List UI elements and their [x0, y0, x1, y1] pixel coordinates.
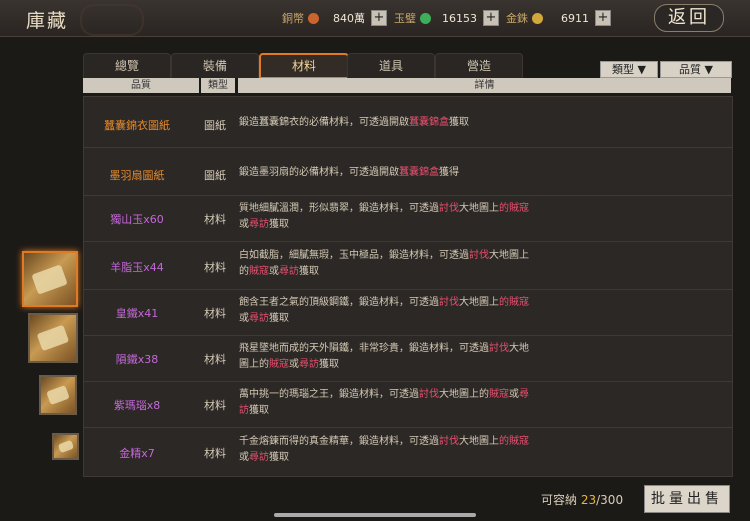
table-row[interactable]: 皇鐵x41 材料 飽含王者之氣的頂級鋼鐵，鍛造材料，可透過討伐大地圖上的賊寇或尋…	[84, 289, 732, 336]
table-row[interactable]: 羊脂玉x44 材料 白如截脂，細膩無瑕，玉中極品，鍛造材料，可透過討伐大地圖上的…	[84, 241, 732, 290]
item-type: 圖紙	[204, 119, 226, 132]
item-name: 蠶囊錦衣圖紙	[104, 119, 170, 132]
item-name: 皇鐵x41	[115, 307, 159, 320]
currency-value: 16153	[442, 11, 477, 25]
back-button[interactable]: 返回	[654, 4, 724, 32]
tab-overview[interactable]: 總覽	[83, 53, 171, 78]
currency-value: 6911	[561, 11, 589, 25]
type-filter-dropdown[interactable]: 類型 ▼	[600, 61, 658, 78]
page-title: 庫藏	[26, 10, 69, 32]
add-jade-button[interactable]: +	[483, 10, 499, 26]
gold-coin-icon	[532, 12, 543, 24]
currency-label: 銅幣	[282, 12, 304, 25]
item-type: 材料	[204, 261, 226, 274]
item-name: 獨山玉x60	[110, 213, 164, 226]
item-name: 隕鐵x38	[115, 353, 159, 366]
currency-label: 玉璧	[394, 12, 416, 25]
currency-value: 840萬	[333, 12, 365, 25]
item-name: 墨羽扇圖紙	[109, 169, 165, 182]
column-header-detail: 詳情	[238, 78, 731, 93]
item-type: 材料	[204, 399, 226, 412]
currency-label: 金銖	[506, 12, 528, 25]
table-row[interactable]: 金精x7 材料 千金熔鍊而得的真金精華，鍛造材料，可透過討伐大地圖上的賊寇或尋訪…	[84, 427, 732, 475]
scroll-icon	[36, 324, 70, 352]
item-type: 材料	[204, 213, 226, 226]
item-name: 金精x7	[119, 447, 155, 460]
table-row[interactable]: 隕鐵x38 材料 飛星墜地而成的天外隕鐵，非常珍貴，鍛造材料，可透過討伐大地圖上…	[84, 335, 732, 382]
add-copper-button[interactable]: +	[371, 10, 387, 26]
currency-jade: 玉璧 16153 +	[394, 9, 499, 27]
inventory-list: 蠶囊錦衣圖紙 圖紙 鍛造蠶囊錦衣的必備材料，可透過開啟蠶囊錦盒獲取 墨羽扇圖紙 …	[83, 96, 733, 477]
item-description: 飽含王者之氣的頂級鋼鐵，鍛造材料，可透過討伐大地圖上的賊寇或尋訪獲取	[239, 297, 529, 324]
capacity-total: /300	[596, 493, 624, 507]
add-gold-button[interactable]: +	[595, 10, 611, 26]
item-type: 圖紙	[204, 169, 226, 182]
tab-materials[interactable]: 材料	[259, 53, 349, 79]
scroll-icon	[31, 263, 69, 295]
item-type: 材料	[204, 307, 226, 320]
item-type: 材料	[204, 447, 226, 460]
currency-gold: 金銖 6911 +	[506, 9, 611, 27]
item-description: 萬中挑一的瑪瑙之王，鍛造材料，可透過討伐大地圖上的賊寇或尋訪獲取	[239, 389, 529, 416]
table-row[interactable]: 蠶囊錦衣圖紙 圖紙 鍛造蠶囊錦衣的必備材料，可透過開啟蠶囊錦盒獲取	[84, 97, 732, 148]
item-thumbnail[interactable]	[52, 433, 79, 460]
item-description: 白如截脂，細膩無瑕，玉中極品，鍛造材料，可透過討伐大地圖上的賊寇或尋訪獲取	[239, 250, 529, 277]
tab-equipment[interactable]: 裝備	[171, 53, 259, 78]
item-description: 千金熔鍊而得的真金精華，鍛造材料，可透過討伐大地圖上的賊寇或尋訪獲取	[239, 436, 529, 463]
item-thumbnail[interactable]	[28, 313, 78, 363]
top-bar: 庫藏 銅幣 840萬 + 玉璧 16153 + 金銖 6911 + 返回	[0, 0, 750, 37]
title-ornament	[80, 4, 144, 36]
table-row[interactable]: 獨山玉x60 材料 質地細膩溫潤，形似翡翠，鍛造材料，可透過討伐大地圖上的賊寇或…	[84, 195, 732, 242]
item-type: 材料	[204, 353, 226, 366]
item-name: 羊脂玉x44	[110, 261, 164, 274]
column-header-type[interactable]: 類型	[201, 78, 235, 93]
item-thumbnail[interactable]	[39, 375, 77, 415]
scroll-icon	[45, 384, 71, 406]
item-description: 飛星墜地而成的天外隕鐵，非常珍貴，鍛造材料，可透過討伐大地圖上的賊寇或尋訪獲取	[239, 343, 529, 370]
capacity-indicator: 可容納 23/300	[541, 491, 623, 508]
selected-item-thumbnail[interactable]	[22, 251, 78, 307]
currency-copper: 銅幣 840萬 +	[282, 9, 387, 27]
copper-coin-icon	[308, 12, 319, 24]
item-description: 鍛造墨羽扇的必備材料，可透過開啟蠶囊錦盒獲得	[239, 167, 459, 178]
item-description: 質地細膩溫潤，形似翡翠，鍛造材料，可透過討伐大地圖上的賊寇或尋訪獲取	[239, 203, 529, 230]
item-description: 鍛造蠶囊錦衣的必備材料，可透過開啟蠶囊錦盒獲取	[239, 117, 469, 128]
item-name: 紫瑪瑙x8	[113, 399, 161, 412]
jade-coin-icon	[420, 12, 431, 24]
scroll-icon	[57, 439, 74, 454]
quality-filter-dropdown[interactable]: 品質 ▼	[660, 61, 732, 78]
column-header-quality[interactable]: 品質	[83, 78, 199, 93]
tab-items[interactable]: 道具	[347, 53, 435, 78]
tab-construction[interactable]: 營造	[435, 53, 523, 78]
home-indicator	[274, 513, 476, 517]
capacity-used: 23	[580, 493, 597, 507]
table-row[interactable]: 紫瑪瑙x8 材料 萬中挑一的瑪瑙之王，鍛造材料，可透過討伐大地圖上的賊寇或尋訪獲…	[84, 381, 732, 428]
table-row[interactable]: 墨羽扇圖紙 圖紙 鍛造墨羽扇的必備材料，可透過開啟蠶囊錦盒獲得	[84, 147, 732, 196]
bulk-sell-button[interactable]: 批量出售	[644, 485, 730, 513]
capacity-label: 可容納	[541, 493, 578, 507]
